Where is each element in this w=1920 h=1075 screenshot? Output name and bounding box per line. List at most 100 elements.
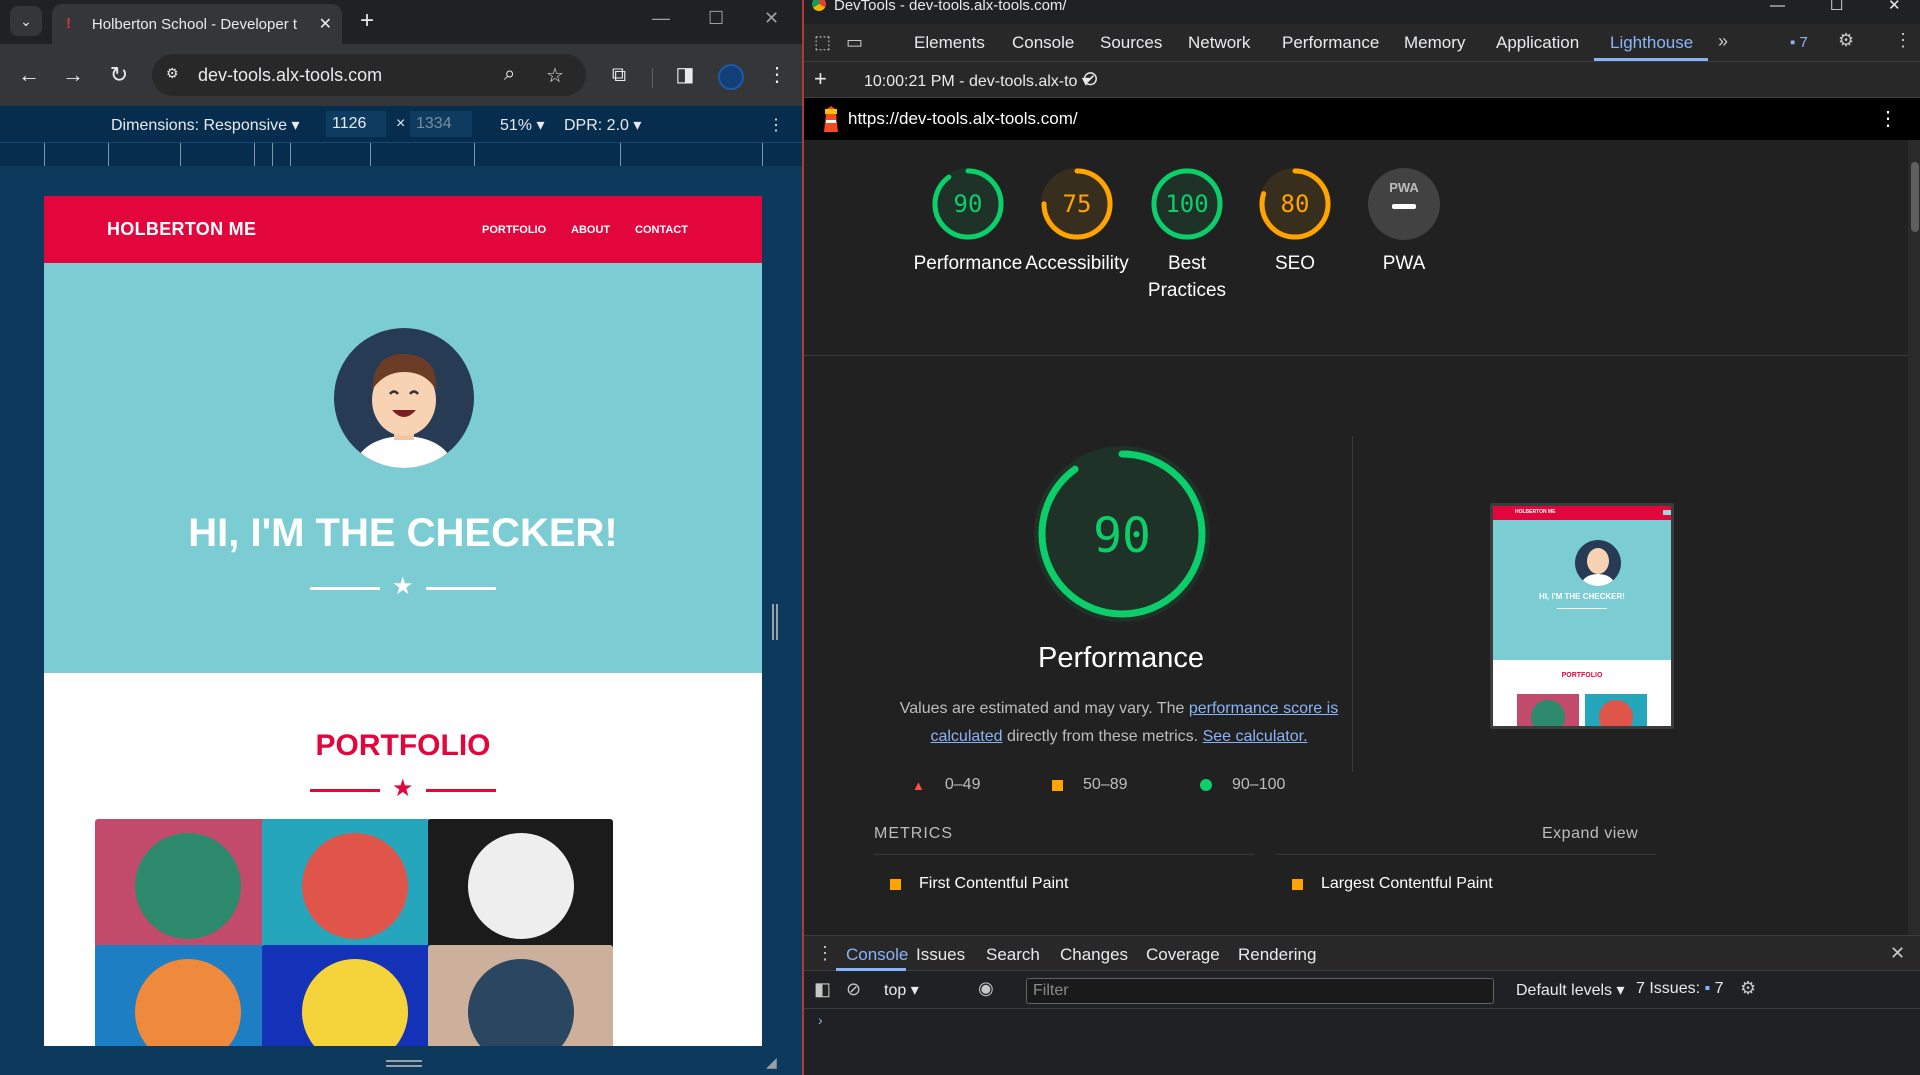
thumbnail-portfolio: PORTFOLIO bbox=[1561, 672, 1603, 679]
log-levels-dropdown[interactable]: Default levels ▾ bbox=[1516, 980, 1625, 1000]
tab-memory[interactable]: Memory bbox=[1404, 33, 1465, 53]
tab-performance[interactable]: Performance bbox=[1282, 33, 1379, 53]
holberton-favicon-icon: ǃ bbox=[66, 15, 71, 32]
circle-icon bbox=[1200, 779, 1212, 791]
more-tabs-icon[interactable]: » bbox=[1718, 31, 1728, 52]
minimize-icon[interactable]: — bbox=[652, 8, 670, 29]
device-toolbar-icon[interactable]: ▭ bbox=[846, 32, 863, 53]
portfolio-title: PORTFOLIO bbox=[315, 729, 491, 762]
new-tab-button[interactable]: + bbox=[352, 6, 382, 36]
nav-link-contact[interactable]: CONTACT bbox=[635, 224, 688, 236]
settings-gear-icon[interactable]: ⚙ bbox=[1838, 30, 1854, 51]
report-scrollbar[interactable] bbox=[1908, 140, 1920, 935]
zoom-dropdown[interactable]: 51% ▾ bbox=[500, 115, 545, 135]
close-window-icon[interactable]: ✕ bbox=[1888, 0, 1901, 14]
menu-kebab-icon[interactable]: ⋮ bbox=[762, 60, 792, 90]
lighthouse-report: 90 Performance 75 Accessibility 100 Best Pract… bbox=[804, 140, 1908, 935]
performance-main-gauge: 90 bbox=[1034, 446, 1210, 622]
tab-console[interactable]: Console bbox=[1012, 33, 1074, 53]
site-brand[interactable]: HOLBERTON ME bbox=[107, 219, 256, 240]
tab-application[interactable]: Application bbox=[1496, 33, 1579, 53]
issues-counter[interactable]: ▪ 7 bbox=[1790, 34, 1808, 51]
viewport-resize-handle[interactable] bbox=[772, 604, 778, 640]
svg-text:PWA: PWA bbox=[1389, 180, 1419, 195]
media-query-ruler bbox=[0, 142, 802, 167]
portfolio-item[interactable] bbox=[428, 819, 613, 953]
maximize-icon[interactable]: ☐ bbox=[708, 8, 724, 29]
address-text: dev-tools.alx-tools.com bbox=[198, 65, 383, 85]
dpr-dropdown[interactable]: DPR: 2.0 ▾ bbox=[564, 115, 641, 135]
site-info-icon[interactable]: ⚙ bbox=[166, 65, 186, 85]
back-icon[interactable]: ← bbox=[14, 60, 44, 90]
device-emulation-bar: Dimensions: Responsive ▾ 1126 × 1334 51%… bbox=[0, 106, 802, 142]
reload-icon[interactable]: ↻ bbox=[104, 60, 134, 90]
issues-link[interactable]: 7 Issues: ▪ 7 bbox=[1636, 980, 1724, 998]
clear-console-icon[interactable]: ⊘ bbox=[846, 979, 861, 1000]
side-panel-icon[interactable]: ◨ bbox=[670, 60, 700, 90]
report-url[interactable]: https://dev-tools.alx-tools.com/ bbox=[848, 109, 1078, 129]
forward-icon[interactable]: → bbox=[58, 60, 88, 90]
tab-lighthouse[interactable]: Lighthouse bbox=[1610, 33, 1693, 53]
gauge-label: PWA bbox=[1382, 253, 1426, 274]
portfolio-item[interactable] bbox=[95, 819, 280, 953]
inspect-element-icon[interactable]: ⬚ bbox=[814, 32, 831, 53]
minimize-icon[interactable]: — bbox=[1770, 0, 1785, 14]
chrome-logo-icon bbox=[812, 0, 826, 11]
sidebar-toggle-icon[interactable]: ◧ bbox=[814, 979, 831, 1000]
drawer-tab-coverage[interactable]: Coverage bbox=[1146, 945, 1220, 965]
width-input[interactable]: 1126 bbox=[326, 111, 386, 137]
maximize-icon[interactable]: ☐ bbox=[1830, 0, 1843, 14]
address-bar[interactable]: ⚙ dev-tools.alx-tools.com ⌕ ☆ bbox=[152, 54, 586, 96]
bookmark-star-icon[interactable]: ☆ bbox=[546, 63, 564, 88]
console-filter-input[interactable]: Filter bbox=[1026, 978, 1494, 1004]
page-screenshot-thumbnail[interactable]: HOLBERTON ME HI, I'M THE CHECKER! PORTFO… bbox=[1490, 503, 1674, 729]
expand-view-toggle[interactable]: Expand view bbox=[1542, 825, 1638, 843]
drawer-tab-search[interactable]: Search bbox=[986, 945, 1040, 965]
portfolio-item[interactable] bbox=[428, 945, 613, 1046]
report-selector[interactable]: 10:00:21 PM - dev-tools.alx-to ▾ bbox=[864, 71, 1090, 91]
tab-search-button[interactable]: ⌄ bbox=[10, 6, 42, 36]
drawer-tab-changes[interactable]: Changes bbox=[1060, 945, 1128, 965]
clear-reports-icon[interactable]: ⊘ bbox=[1082, 66, 1099, 91]
zoom-icon[interactable]: ⌕ bbox=[504, 63, 515, 86]
drawer-menu-icon[interactable]: ⋮ bbox=[816, 943, 834, 964]
drawer-tab-console[interactable]: Console bbox=[846, 945, 908, 965]
profile-avatar[interactable] bbox=[718, 64, 744, 90]
hero-title: HI, I'M THE CHECKER! bbox=[188, 511, 618, 555]
nav-link-about[interactable]: ABOUT bbox=[571, 224, 610, 236]
close-drawer-icon[interactable]: ✕ bbox=[1890, 943, 1905, 964]
context-selector[interactable]: top ▾ bbox=[884, 980, 919, 1000]
emulation-menu-icon[interactable]: ⋮ bbox=[768, 115, 784, 135]
drawer-tab-issues[interactable]: Issues bbox=[916, 945, 965, 965]
console-settings-icon[interactable]: ⚙ bbox=[1740, 978, 1756, 999]
extensions-icon[interactable]: ⧉ bbox=[604, 60, 634, 90]
see-calculator-link[interactable]: See calculator. bbox=[1203, 728, 1308, 745]
drawer-tabs: ⋮ Console Issues Search Changes Coverage… bbox=[804, 935, 1920, 971]
tab-elements[interactable]: Elements bbox=[914, 33, 985, 53]
browser-toolbar: ← → ↻ ⚙ dev-tools.alx-tools.com ⌕ ☆ ⧉ ◨ … bbox=[0, 44, 802, 106]
viewport-bottom-resize-handle[interactable] bbox=[386, 1060, 422, 1067]
tab-sources[interactable]: Sources bbox=[1100, 33, 1162, 53]
close-icon[interactable]: ✕ bbox=[319, 14, 332, 34]
divider bbox=[804, 355, 1908, 356]
gauge-pwa[interactable]: PWA PWA bbox=[1339, 166, 1469, 277]
portfolio-item[interactable] bbox=[262, 819, 447, 953]
portfolio-item[interactable] bbox=[262, 945, 447, 1046]
new-report-icon[interactable]: + bbox=[814, 66, 827, 92]
console-prompt[interactable]: › bbox=[818, 1012, 823, 1028]
chevron-down-icon: ⌄ bbox=[20, 12, 32, 29]
browser-tab[interactable]: ǃ Holberton School - Developer t ✕ bbox=[52, 4, 342, 44]
times-sign: × bbox=[396, 115, 406, 132]
portfolio-item[interactable] bbox=[95, 945, 280, 1046]
nav-link-portfolio[interactable]: PORTFOLIO bbox=[482, 224, 546, 236]
dimensions-dropdown[interactable]: Dimensions: Responsive ▾ bbox=[111, 115, 300, 135]
tab-network[interactable]: Network bbox=[1188, 33, 1250, 53]
height-input[interactable]: 1334 bbox=[410, 111, 472, 137]
devtools-menu-icon[interactable]: ⋮ bbox=[1894, 30, 1912, 51]
drawer-tab-rendering[interactable]: Rendering bbox=[1238, 945, 1316, 965]
eye-icon[interactable]: ◉ bbox=[978, 978, 994, 999]
metric-lcp: Largest Contentful Paint bbox=[1292, 875, 1493, 893]
corner-resize-icon[interactable]: ◢ bbox=[766, 1054, 777, 1071]
report-menu-icon[interactable]: ⋮ bbox=[1878, 106, 1898, 131]
close-window-icon[interactable]: ✕ bbox=[764, 8, 779, 29]
